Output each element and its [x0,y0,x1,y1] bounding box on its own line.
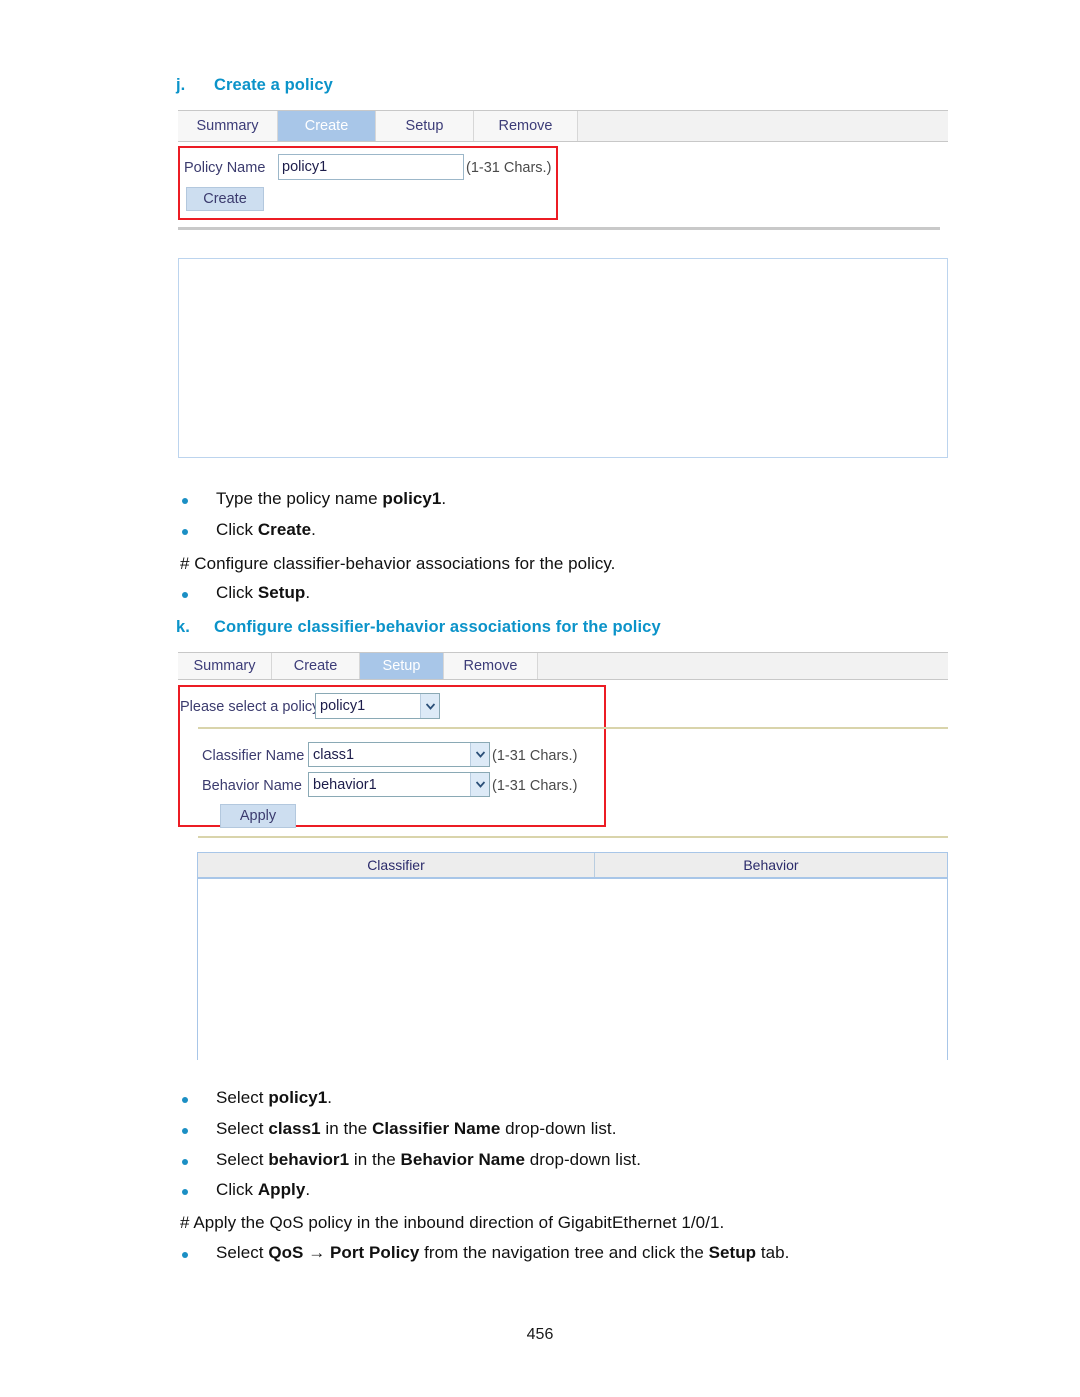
step-text-bold: policy1 [268,1088,328,1107]
classifier-name-label: Classifier Name [202,748,305,764]
step-text: Select [216,1088,269,1107]
tabbar-filler [578,111,948,141]
step-text: Click [216,520,258,539]
policy-name-input[interactable]: policy1 [278,154,464,180]
behavior-name-hint: (1-31 Chars.) [492,778,578,794]
classifier-name-hint: (1-31 Chars.) [492,748,578,764]
tab-create[interactable]: Create [278,111,376,141]
policy-name-label: Policy Name [184,160,266,176]
step-text: Select [216,1243,269,1262]
step-text-tail: drop-down list. [500,1119,617,1138]
bullet-dot [182,498,188,504]
setup-policy-panel: Summary Create Setup Remove Please selec… [178,652,948,1061]
tabbar-filler [538,653,948,679]
page-number: 456 [526,1326,554,1343]
chevron-down-icon[interactable] [420,694,439,718]
step-select-class1: Select class1 in the Classifier Name dro… [216,1119,616,1139]
section-j-title: Create a policy [214,76,333,94]
step-text-mid: in the [320,1119,373,1138]
column-header-classifier[interactable]: Classifier [198,853,595,877]
tab-summary[interactable]: Summary [178,111,278,141]
create-policy-tabbar: Summary Create Setup Remove [178,110,948,142]
step-select-policy1: Select policy1. [216,1088,332,1108]
section-k-heading: k. Configure classifier-behavior associat… [176,618,661,637]
step-text-tail: . [305,583,311,602]
step-text-bold: QoS → Port Policy [268,1243,420,1262]
step-text: Click [216,1180,258,1199]
table-body [198,879,947,1061]
table-header-row: Classifier Behavior [198,853,947,879]
step-text-tail: . [311,520,316,539]
step-text-bold2: Classifier Name [372,1119,501,1138]
section-j-heading: j. Create a policy [176,76,333,95]
step-text: Select [216,1150,269,1169]
step-text-bold2: Setup [708,1243,757,1262]
column-header-behavior[interactable]: Behavior [595,853,947,877]
behavior-name-value: behavior1 [313,776,377,793]
create-button[interactable]: Create [186,187,264,211]
panel-divider [178,227,940,230]
tab-setup[interactable]: Setup [376,111,474,141]
bullet-dot [182,529,188,535]
step-text-tail: drop-down list. [524,1150,642,1169]
chevron-down-icon[interactable] [470,773,489,796]
tab-create[interactable]: Create [272,653,360,679]
create-policy-result-box [178,258,948,458]
step-text-tail: . [327,1088,333,1107]
step-text-mid: in the [349,1150,401,1169]
tab-remove[interactable]: Remove [444,653,538,679]
behavior-name-select[interactable]: behavior1 [308,772,490,797]
step-text: Type the policy name [216,489,383,508]
bullet-dot [182,592,188,598]
behavior-name-label: Behavior Name [202,778,302,794]
step-click-apply: Click Apply. [216,1180,310,1200]
tab-summary[interactable]: Summary [178,653,272,679]
form-divider [198,727,948,729]
step-text: Click [216,583,258,602]
step-type-policy-name: Type the policy name policy1. [216,489,446,509]
step-text-bold: Create [257,520,312,539]
step-text-bold: Apply [257,1180,306,1199]
bullet-dot [182,1128,188,1134]
section-j-letter: j. [176,76,186,94]
step-text-bold: Setup [257,583,306,602]
policy-select-value: policy1 [320,698,366,714]
create-policy-panel: Summary Create Setup Remove Policy Name … [178,110,948,458]
step-select-port-policy: Select QoS → Port Policy from the naviga… [216,1243,789,1263]
step-text-bold: class1 [268,1119,321,1138]
bullet-dot [182,1189,188,1195]
step-text-tail: tab. [756,1243,790,1262]
bullet-dot [182,1159,188,1165]
select-policy-label: Please select a policy [180,699,320,715]
step-text-bold: policy1 [382,489,442,508]
step-text-mid: from the navigation tree and click the [419,1243,709,1262]
bullet-dot [182,1252,188,1258]
chevron-down-icon[interactable] [470,743,489,766]
bullet-dot [182,1097,188,1103]
classifier-behavior-table: Classifier Behavior [197,852,948,1061]
step-text-bold: behavior1 [268,1150,350,1169]
tab-setup[interactable]: Setup [360,653,444,679]
section-k-title: Configure classifier-behavior associatio… [214,618,661,636]
policy-select[interactable]: policy1 [315,693,440,719]
step-text-tail: . [305,1180,311,1199]
step-click-create: Click Create. [216,520,316,540]
policy-name-hint: (1-31 Chars.) [466,160,552,176]
section-k-letter: k. [176,618,190,636]
note-configure-associations: # Configure classifier-behavior associat… [180,554,616,573]
tab-remove[interactable]: Remove [474,111,578,141]
classifier-name-value: class1 [313,746,355,763]
step-text-tail: . [441,489,447,508]
classifier-name-select[interactable]: class1 [308,742,490,767]
step-text-bold2: Behavior Name [400,1150,525,1169]
step-text: Select [216,1119,269,1138]
note-apply-qos-policy: # Apply the QoS policy in the inbound di… [180,1213,725,1232]
setup-policy-tabbar: Summary Create Setup Remove [178,652,948,680]
panel-divider [198,836,948,838]
apply-button[interactable]: Apply [220,804,296,828]
step-click-setup: Click Setup. [216,583,310,603]
step-select-behavior1: Select behavior1 in the Behavior Name dr… [216,1150,641,1170]
